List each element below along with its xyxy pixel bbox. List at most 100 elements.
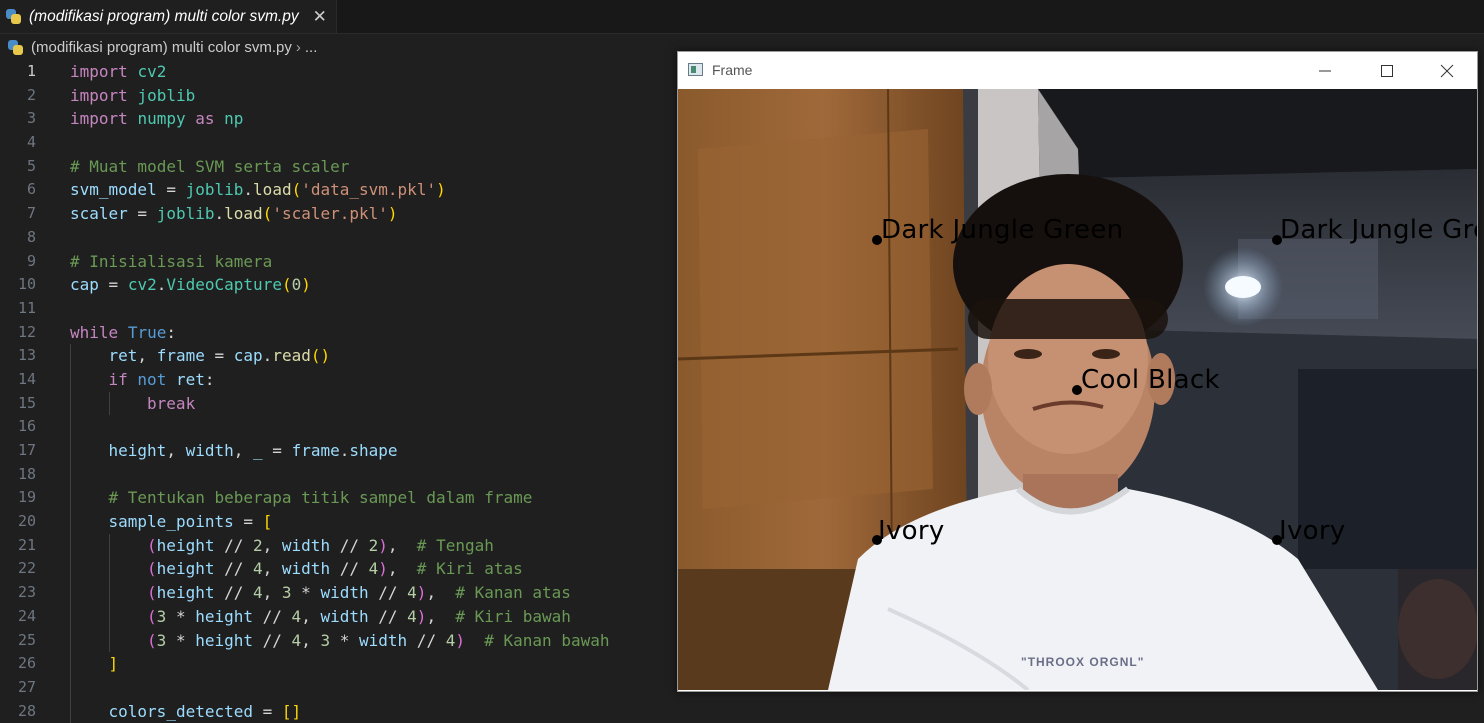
minimize-button[interactable]: [1296, 52, 1354, 89]
code-token: 4: [368, 559, 379, 579]
code-line[interactable]: 22 (height // 4, width // 4), # Kiri atas: [0, 557, 680, 582]
code-line[interactable]: 2 import joblib: [0, 84, 680, 108]
code-token: //: [330, 559, 369, 579]
code-line[interactable]: 20 sample_points = [: [0, 510, 680, 534]
code-line[interactable]: 17 height, width, _ = frame.shape: [0, 439, 680, 463]
code-token: break: [147, 393, 196, 413]
code-token: cap: [233, 346, 263, 366]
code-token: import: [70, 85, 128, 105]
code-line[interactable]: 18: [0, 462, 680, 487]
code-token: height: [156, 535, 215, 555]
line-number: 2: [26, 85, 36, 104]
code-token: 4: [253, 583, 263, 603]
code-token: joblib: [185, 180, 244, 200]
code-token: //: [214, 559, 253, 579]
maximize-button[interactable]: [1358, 52, 1416, 89]
code-token: # Tentukan beberapa titik sampel dalam f…: [108, 488, 533, 508]
breadcrumb-more[interactable]: ...: [305, 39, 318, 56]
code-text: (3 * height // 4, 3 * width // 4) # Kana…: [147, 629, 609, 653]
code-line[interactable]: 27: [0, 675, 680, 700]
code-line[interactable]: 4: [0, 131, 680, 155]
line-number: 7: [26, 204, 36, 223]
code-token: scaler: [70, 204, 128, 224]
code-text: (3 * height // 4, width // 4), # Kiri ba…: [147, 605, 571, 629]
code-text: (height // 2, width // 2), # Tengah: [147, 534, 494, 558]
breadcrumb-file[interactable]: (modifikasi program) multi color svm.py: [31, 39, 292, 56]
code-line[interactable]: 7 scaler = joblib.load('scaler.pkl'): [0, 202, 680, 226]
code-text: while True:: [70, 321, 176, 345]
sample-point-dot: [872, 235, 882, 245]
window-titlebar[interactable]: Frame: [678, 52, 1477, 89]
code-line[interactable]: 21 (height // 2, width // 2), # Tengah: [0, 533, 680, 558]
indent-guide: [70, 675, 71, 700]
close-window-button[interactable]: [1418, 52, 1476, 89]
code-text: ]: [109, 652, 119, 676]
code-token: 4: [291, 630, 302, 650]
code-line[interactable]: 12 while True:: [0, 321, 680, 345]
code-line[interactable]: 15 break: [0, 391, 680, 416]
minimize-icon: [1319, 70, 1331, 71]
code-token: 4: [291, 606, 302, 626]
code-token: width: [185, 441, 234, 460]
code-text: (height // 4, 3 * width // 4), # Kanan a…: [147, 581, 571, 605]
code-token: (): [310, 346, 331, 366]
editor-tab[interactable]: (modifikasi program) multi color svm.py …: [0, 0, 337, 33]
code-token: (: [147, 630, 157, 650]
code-line[interactable]: 9 # Inisialisasi kamera: [0, 250, 680, 274]
code-token: =: [262, 441, 292, 460]
code-token: (: [262, 204, 273, 224]
code-line[interactable]: 16: [0, 415, 680, 439]
code-token: ,: [301, 606, 321, 626]
code-line[interactable]: 26]: [0, 652, 680, 676]
code-token: height: [156, 559, 215, 579]
code-line[interactable]: 3 import numpy as np: [0, 107, 680, 131]
indent-guide: [108, 628, 110, 653]
line-number: 28: [17, 701, 36, 720]
code-line[interactable]: 11: [0, 297, 680, 321]
indent-guide: [108, 391, 110, 416]
code-line[interactable]: 1 import cv2: [0, 60, 680, 84]
code-token: =: [98, 275, 128, 295]
code-line[interactable]: 13 ret, frame = cap.read(): [0, 344, 680, 368]
line-number: 6: [26, 180, 36, 199]
code-token: =: [127, 204, 157, 224]
code-line[interactable]: 19 # Tentukan beberapa titik sampel dalam…: [0, 486, 680, 511]
code-token: (: [147, 559, 157, 579]
maximize-icon: [1381, 64, 1393, 77]
line-number: 14: [17, 369, 36, 388]
code-token: ,: [301, 630, 321, 650]
code-editor[interactable]: 1 import cv2 2 import joblib 3 import numpy a…: [0, 60, 680, 723]
code-token: =: [204, 346, 234, 366]
code-line[interactable]: 24 (3 * height // 4, width // 4), # Kiri …: [0, 604, 680, 629]
code-line[interactable]: 28 colors_detected = []: [0, 699, 680, 723]
code-token: [: [262, 512, 273, 532]
code-token: =: [253, 701, 282, 721]
code-token: # Kanan bawah: [484, 630, 610, 650]
code-line[interactable]: 8: [0, 226, 680, 250]
opencv-frame-window[interactable]: Frame Dark Jungle Green Dark Jungle Gr C…: [677, 51, 1478, 692]
code-token: width: [359, 630, 408, 650]
code-token: np: [224, 109, 244, 129]
code-line[interactable]: 23 (height // 4, 3 * width // 4), # Kanan…: [0, 581, 680, 605]
indent-guide: [108, 604, 110, 629]
code-token: 4: [407, 583, 417, 603]
code-line[interactable]: 10 cap = cv2.VideoCapture(0): [0, 273, 680, 297]
code-line[interactable]: 25 (3 * height // 4, 3 * width // 4) # Ka…: [0, 628, 680, 653]
code-token: cap: [70, 275, 99, 295]
code-line[interactable]: 5 # Muat model SVM serta scaler: [0, 155, 680, 179]
code-text: import joblib: [70, 84, 195, 108]
code-token: []: [281, 701, 302, 721]
line-number: 27: [17, 677, 36, 696]
indent-guide: [70, 652, 71, 676]
code-token: height: [195, 630, 254, 650]
indent-guide: [108, 533, 110, 558]
code-token: ): [387, 204, 398, 224]
code-token: //: [253, 606, 292, 626]
line-number: 22: [17, 559, 36, 578]
code-line[interactable]: 14 if not ret:: [0, 367, 680, 392]
code-line[interactable]: 6 svm_model = joblib.load('data_svm.pkl'): [0, 178, 680, 202]
sample-point-dot: [1072, 385, 1082, 395]
close-icon[interactable]: ✕: [313, 7, 327, 27]
